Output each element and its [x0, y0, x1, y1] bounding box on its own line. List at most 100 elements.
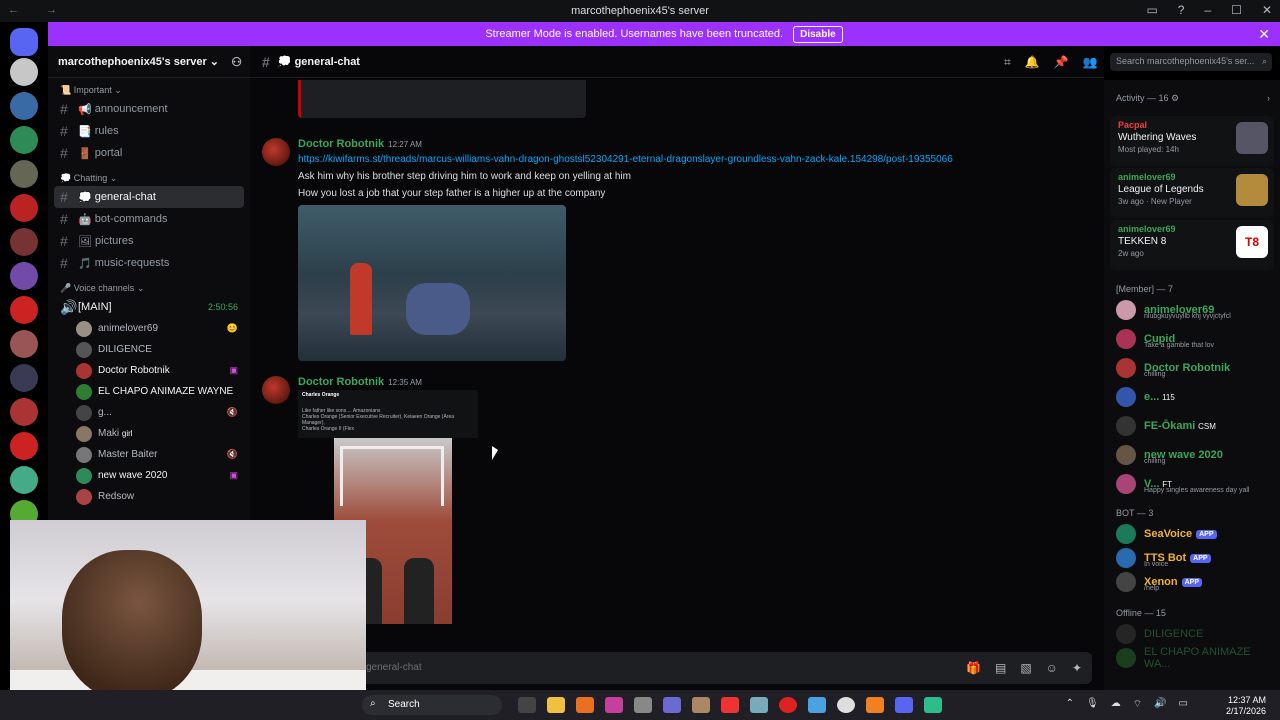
photos-icon[interactable] — [808, 697, 826, 713]
message-time: 12:35 AM — [388, 378, 422, 387]
member-item[interactable]: EL CHAPO ANIMAZE WA... — [1104, 646, 1280, 670]
message-link[interactable]: https://kiwifarms.st/threads/marcus-will… — [298, 154, 1078, 165]
avatar[interactable] — [262, 138, 290, 166]
message: Doctor Robotnik 12:35 AM Charles Orange L… — [262, 376, 1078, 624]
offline-group-header: Offline — 15 — [1116, 608, 1166, 618]
server-icon[interactable] — [10, 228, 38, 256]
member-item[interactable]: e... 115 — [1104, 385, 1280, 409]
window-controls[interactable]: ▭? – ☐ ✕ — [1146, 3, 1272, 17]
emoji-icon[interactable]: ☺ — [1046, 661, 1058, 675]
bot-group-header: BOT — 3 — [1116, 508, 1154, 518]
member-group-header: [Member] — 7 — [1116, 284, 1174, 294]
bell-icon[interactable]: 🔔 — [1025, 55, 1040, 70]
activity-card[interactable]: animelover69 TEKKEN 8 2w ago T8 — [1110, 220, 1274, 270]
vlc-icon[interactable] — [866, 697, 884, 713]
apps-icon[interactable]: ✦ — [1072, 661, 1082, 675]
server-name[interactable]: marcothephoenix45's server ⌄ ⚇ — [48, 46, 250, 78]
screenshot-card[interactable]: Charles Orange Like father like sons....… — [298, 390, 478, 438]
category-voice[interactable]: 🎤 Voice channels ⌄ — [48, 280, 250, 296]
server-icon[interactable] — [10, 296, 38, 324]
discord-home-icon[interactable] — [10, 28, 38, 56]
voice-user[interactable]: g... 🔇 — [48, 402, 250, 423]
task-view-icon[interactable] — [518, 697, 536, 713]
app-icon[interactable] — [721, 697, 739, 713]
voice-user[interactable]: Master Baiter 🔇 — [48, 444, 250, 465]
voice-user[interactable]: EL CHAPO ANIMAZE WAYNE — [48, 381, 250, 402]
member-item[interactable]: FE-Ōkami CSM — [1104, 414, 1280, 438]
discord-taskbar-icon[interactable] — [895, 697, 913, 713]
pin-icon[interactable]: 📌 — [1054, 55, 1069, 70]
app-icon[interactable] — [692, 697, 710, 713]
server-icon[interactable] — [10, 58, 38, 86]
maximize-icon: ☐ — [1231, 3, 1242, 17]
server-icon[interactable] — [10, 398, 38, 426]
clock[interactable]: 12:37 AM 2/17/2026 — [1226, 695, 1266, 717]
server-icon[interactable] — [10, 466, 38, 494]
voice-user[interactable]: DILIGENCE — [48, 339, 250, 360]
server-icon[interactable] — [10, 364, 38, 392]
app-icon[interactable] — [634, 697, 652, 713]
server-icon[interactable] — [10, 432, 38, 460]
gift-icon[interactable]: 🎁 — [966, 661, 981, 675]
streamer-mode-banner: Streamer Mode is enabled. Usernames have… — [48, 22, 1280, 46]
attached-image[interactable] — [298, 205, 566, 361]
server-icon[interactable] — [10, 330, 38, 358]
channel-general-chat[interactable]: # 💭 general-chat — [54, 186, 244, 208]
voice-user[interactable]: Redsow — [48, 486, 250, 507]
member-item[interactable]: Doctor Robotnik chilling — [1104, 356, 1280, 380]
app-icon[interactable] — [750, 697, 768, 713]
previous-image-embed[interactable] — [298, 80, 586, 118]
server-icon[interactable] — [10, 262, 38, 290]
channel-bot-commands[interactable]: # 🤖 bot-commands — [54, 208, 244, 230]
channel-music-requests[interactable]: # 🎵 music-requests — [54, 252, 244, 274]
voice-user[interactable]: animelover69 😊 — [48, 318, 250, 339]
voice-user[interactable]: Doctor Robotnik ▣ — [48, 360, 250, 381]
message-text: How you lost a job that your step father… — [298, 188, 606, 199]
voice-user[interactable]: new wave 2020 ▣ — [48, 465, 250, 486]
threads-icon[interactable]: ⌗ — [1004, 55, 1011, 70]
close-banner-icon[interactable]: ✕ — [1258, 26, 1270, 43]
member-item[interactable]: animelover69 nlubgkuyvuyllb khj vyvjctyfc… — [1104, 298, 1280, 322]
bot-item[interactable]: TTS Bot APP In voice — [1104, 546, 1280, 570]
category-chatting[interactable]: 💭 Chatting ⌄ — [48, 170, 250, 186]
bot-item[interactable]: SeaVoice APP — [1104, 522, 1280, 546]
member-item[interactable]: DILIGENCE — [1104, 622, 1280, 646]
app-icon[interactable] — [924, 697, 942, 713]
activity-card[interactable]: animelover69 League of Legends 3w ago · Ne… — [1110, 168, 1274, 218]
channel-portal[interactable]: # 🚪 portal — [54, 142, 244, 164]
app-icon[interactable] — [605, 697, 623, 713]
members-icon[interactable]: 👥 — [1083, 55, 1098, 70]
record-icon[interactable] — [779, 697, 797, 713]
channel-announcement[interactable]: # 📢 announcement — [54, 98, 244, 120]
taskbar-search[interactable]: ⌕ Search — [362, 695, 502, 715]
file-explorer-icon[interactable] — [547, 697, 565, 713]
disable-button[interactable]: Disable — [793, 25, 843, 43]
activity-card[interactable]: Pacpal Wuthering Waves Most played: 14h — [1110, 116, 1274, 166]
server-icon[interactable] — [10, 160, 38, 188]
member-item[interactable]: V... FT Happy singles awareness day yall — [1104, 472, 1280, 496]
voice-user[interactable]: Maki girl — [48, 423, 250, 444]
app-icon[interactable] — [663, 697, 681, 713]
channel-rules[interactable]: # 📑 rules — [54, 120, 244, 142]
voice-channel-main[interactable]: 🔊 [MAIN] 2:50:56 — [54, 296, 244, 318]
channel-pictures[interactable]: # 🖼 pictures — [54, 230, 244, 252]
bot-item[interactable]: Xenon APP/help — [1104, 570, 1280, 594]
system-tray[interactable]: ⌃ 🎙 ☁ ⌔ 🔊 ▭ — [1066, 698, 1188, 711]
message-author[interactable]: Doctor Robotnik — [298, 376, 384, 388]
server-icon[interactable] — [10, 126, 38, 154]
gif-icon[interactable]: ▤ — [995, 661, 1006, 675]
store-icon[interactable] — [576, 697, 594, 713]
member-item[interactable]: new wave 2020 chilling — [1104, 443, 1280, 467]
sticker-icon[interactable]: ▧ — [1020, 661, 1031, 675]
message-input[interactable]: general-chat 🎁 ▤ ▧ ☺ ✦ — [262, 652, 1092, 684]
search-input[interactable]: Search marcothephoenix45's ser... ⌕ — [1110, 53, 1272, 71]
header-icons: ⌗ 🔔 📌 👥 — [1004, 55, 1098, 70]
member-item[interactable]: Cupid Take a gamble that lov — [1104, 327, 1280, 351]
avatar[interactable] — [262, 376, 290, 404]
server-icon[interactable] — [10, 194, 38, 222]
taskbar: ⌕ Search ⌃ 🎙 ☁ ⌔ 🔊 ▭ 12:37 AM 2/17/2026 — [0, 690, 1280, 720]
server-icon[interactable] — [10, 92, 38, 120]
message-author[interactable]: Doctor Robotnik — [298, 138, 384, 150]
category-important[interactable]: 📜 Important ⌄ — [48, 82, 250, 98]
media-player-icon[interactable] — [837, 697, 855, 713]
